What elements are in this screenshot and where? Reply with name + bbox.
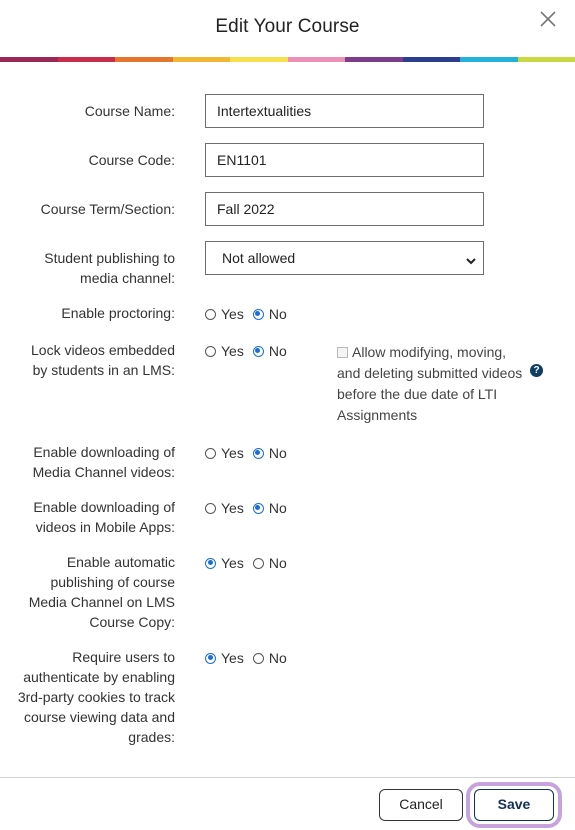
radio-button[interactable] <box>252 308 264 320</box>
enable-proctoring-yes[interactable]: Yes <box>205 306 244 322</box>
download-mobile-no[interactable]: No <box>252 500 287 516</box>
lock-videos-label: Lock videos embedded by students in an L… <box>31 342 175 378</box>
radio-button[interactable] <box>252 502 264 514</box>
cancel-button[interactable]: Cancel <box>379 789 463 821</box>
close-icon[interactable] <box>537 8 559 30</box>
radio-button[interactable] <box>252 345 264 357</box>
auto-publish-yes[interactable]: Yes <box>205 555 244 571</box>
radio-button[interactable] <box>205 308 216 320</box>
download-media-channel-radio-group: Yes No <box>205 443 296 463</box>
rainbow-segment <box>402 57 460 62</box>
chevron-down-icon <box>465 253 477 271</box>
course-code-label: Course Code: <box>88 152 175 168</box>
rainbow-segment <box>230 57 288 62</box>
radio-button[interactable] <box>252 557 264 569</box>
rainbow-segment <box>57 57 115 62</box>
footer-divider <box>0 777 575 778</box>
radio-button[interactable] <box>205 557 216 569</box>
student-publishing-value: Not allowed <box>222 250 296 266</box>
radio-button[interactable] <box>205 345 216 357</box>
course-term-input[interactable]: Fall 2022 <box>205 192 484 226</box>
allow-modifying-checkbox[interactable] <box>337 347 348 358</box>
auto-publish-no[interactable]: No <box>252 555 287 571</box>
question-circle-icon[interactable]: ? <box>530 364 543 377</box>
dialog-title: Edit Your Course <box>215 16 360 37</box>
download-mobile-radio-group: Yes No <box>205 498 296 518</box>
rainbow-segment <box>0 57 58 62</box>
download-media-channel-label: Enable downloading of Media Channel vide… <box>32 444 175 480</box>
require-cookies-label: Require users to authenticate by enablin… <box>17 649 175 745</box>
enable-proctoring-no[interactable]: No <box>252 306 287 322</box>
radio-button[interactable] <box>252 652 264 664</box>
rainbow-segment <box>287 57 345 62</box>
rainbow-divider <box>0 57 575 62</box>
rainbow-segment <box>517 57 575 62</box>
student-publishing-select[interactable]: Not allowed <box>205 241 484 275</box>
rainbow-segment <box>115 57 173 62</box>
lock-videos-radio-group: Yes No <box>205 341 296 361</box>
rainbow-segment <box>345 57 403 62</box>
download-mobile-yes[interactable]: Yes <box>205 500 244 516</box>
course-name-input[interactable]: Intertextualities <box>205 94 484 128</box>
enable-proctoring-label: Enable proctoring: <box>61 305 175 321</box>
require-cookies-yes[interactable]: Yes <box>205 650 244 666</box>
download-media-channel-yes[interactable]: Yes <box>205 445 244 461</box>
require-cookies-no[interactable]: No <box>252 650 287 666</box>
course-code-input[interactable]: EN1101 <box>205 143 484 177</box>
radio-button[interactable] <box>205 502 216 514</box>
allow-modifying-option: Allow modifying, moving, and deleting su… <box>337 342 529 426</box>
download-media-channel-no[interactable]: No <box>252 445 287 461</box>
lock-videos-yes[interactable]: Yes <box>205 343 244 359</box>
student-publishing-label: Student publishing to media channel: <box>44 250 175 286</box>
rainbow-segment <box>172 57 230 62</box>
radio-button[interactable] <box>205 447 216 459</box>
download-mobile-label: Enable downloading of videos in Mobile A… <box>33 499 175 535</box>
edit-course-dialog: Edit Your Course Course Name: Intertextu… <box>0 0 575 830</box>
auto-publish-label: Enable automatic publishing of course Me… <box>28 554 175 630</box>
radio-button[interactable] <box>252 447 264 459</box>
auto-publish-radio-group: Yes No <box>205 553 296 573</box>
lock-videos-no[interactable]: No <box>252 343 287 359</box>
allow-modifying-label: Allow modifying, moving, and deleting su… <box>337 344 523 423</box>
rainbow-segment <box>460 57 518 62</box>
save-button[interactable]: Save <box>474 789 554 821</box>
course-name-label: Course Name: <box>84 103 175 119</box>
radio-button[interactable] <box>205 652 216 664</box>
course-term-label: Course Term/Section: <box>40 201 175 217</box>
enable-proctoring-radio-group: Yes No <box>205 304 296 324</box>
require-cookies-radio-group: Yes No <box>205 648 296 668</box>
